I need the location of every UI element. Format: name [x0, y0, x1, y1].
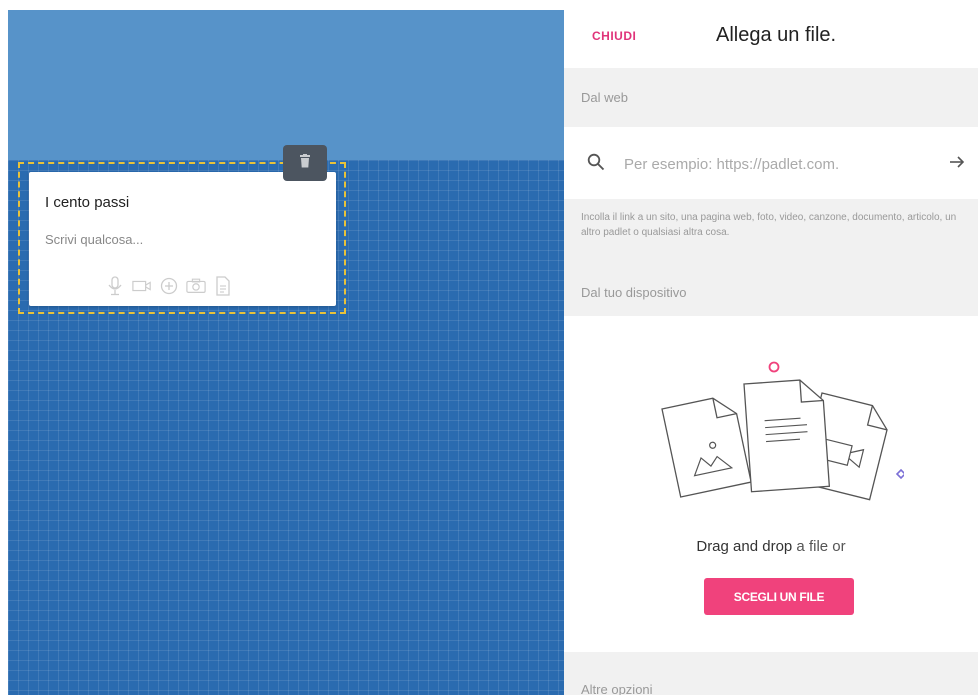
drop-text-rest: a file or — [792, 538, 846, 555]
microphone-icon[interactable] — [105, 276, 125, 296]
drop-text-bold: Drag and drop — [696, 538, 793, 555]
photo-camera-icon[interactable] — [186, 276, 206, 296]
web-section-label: Dal web — [564, 68, 978, 127]
file-drop-zone[interactable]: Drag and drop a file or SCEGLI UN FILE — [564, 316, 978, 652]
document-icon[interactable] — [213, 276, 233, 296]
other-options-label: Altre opzioni — [564, 652, 978, 695]
trash-icon — [299, 153, 311, 173]
canvas-header-band — [8, 10, 564, 160]
arrow-right-icon[interactable] — [949, 154, 965, 175]
panel-header: CHIUDI Allega un file. — [564, 10, 978, 68]
delete-post-button[interactable] — [283, 145, 327, 181]
search-icon — [587, 153, 605, 176]
choose-file-button[interactable]: SCEGLI UN FILE — [704, 578, 854, 615]
post-body-placeholder[interactable]: Scrivi qualcosa... — [45, 232, 143, 247]
panel-title: Allega un file. — [716, 24, 837, 46]
attach-file-panel: CHIUDI Allega un file. Dal web Incolla i… — [564, 10, 978, 695]
url-help-text: Incolla il link a un sito, una pagina we… — [581, 212, 957, 238]
url-input-row — [564, 127, 978, 199]
url-help-block: Incolla il link a un sito, una pagina we… — [564, 199, 978, 267]
drop-instructions: Drag and drop a file or — [564, 538, 978, 555]
post-title[interactable]: I cento passi — [45, 194, 129, 211]
post-card[interactable]: I cento passi Scrivi qualcosa... — [29, 172, 336, 306]
device-section-label: Dal tuo dispositivo — [564, 267, 978, 316]
post-attachment-toolbar — [105, 276, 233, 296]
url-input[interactable] — [622, 149, 926, 179]
padlet-canvas[interactable] — [8, 10, 564, 695]
add-circle-icon[interactable] — [159, 276, 179, 296]
file-upload-illustration — [661, 361, 904, 501]
video-camera-icon[interactable] — [132, 276, 152, 296]
close-button[interactable]: CHIUDI — [592, 29, 636, 43]
